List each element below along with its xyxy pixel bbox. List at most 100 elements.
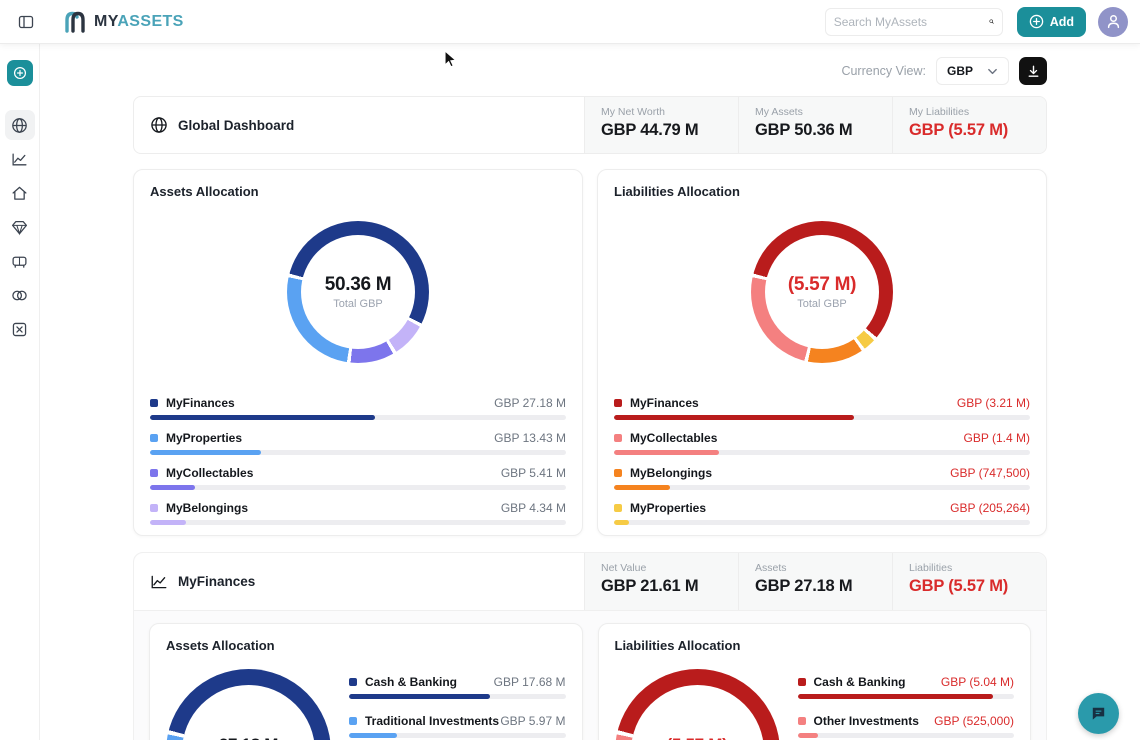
legend-label: MyBelongings [630, 466, 950, 480]
legend-bar-fill [349, 694, 490, 699]
legend-label: Cash & Banking [365, 675, 494, 689]
stat-net-worth: My Net Worth GBP 44.79 M [584, 97, 738, 153]
legend-item[interactable]: MyBelongings GBP 4.34 M [150, 501, 566, 525]
card-title: Assets Allocation [150, 184, 566, 199]
legend-bar-track [614, 520, 1030, 525]
legend-bar-track [150, 450, 566, 455]
main-content: Currency View: GBP Global Dashboard [40, 0, 1140, 740]
legend-color-dot [150, 469, 158, 477]
sidebar-item-global-dashboard[interactable] [5, 110, 35, 140]
download-icon [1026, 64, 1041, 79]
finances-assets-donut: 27.18 M Total GBP [166, 669, 331, 740]
box-x-icon [11, 321, 28, 338]
assets-legend: MyFinances GBP 27.18 M MyProperties GBP … [150, 396, 566, 525]
globe-icon [11, 117, 28, 134]
finances-liabilities-card: Liabilities Allocation (5.57 M) Total GB… [598, 623, 1032, 740]
legend-bar-track [150, 415, 566, 420]
legend-bar-fill [614, 520, 629, 525]
legend-color-dot [150, 504, 158, 512]
legend-label: MyCollectables [166, 466, 501, 480]
legend-item[interactable]: MyBelongings GBP (747,500) [614, 466, 1030, 490]
legend-bar-track [150, 520, 566, 525]
legend-item[interactable]: MyCollectables GBP 5.41 M [150, 466, 566, 490]
currency-toolbar: Currency View: GBP [133, 52, 1047, 90]
sidebar-item-properties[interactable] [5, 178, 35, 208]
card-title: Assets Allocation [166, 638, 566, 653]
legend-bar-track [614, 415, 1030, 420]
legend-bar-track [349, 694, 566, 699]
legend-label: Cash & Banking [814, 675, 941, 689]
app-logo[interactable]: MYASSETS [62, 9, 184, 35]
search-input[interactable] [834, 15, 989, 29]
sidebar-item-finances[interactable] [5, 144, 35, 174]
legend-value: GBP 4.34 M [501, 501, 566, 515]
user-avatar[interactable] [1098, 7, 1128, 37]
download-button[interactable] [1019, 57, 1047, 85]
legend-item[interactable]: MyCollectables GBP (1.4 M) [614, 431, 1030, 455]
plus-circle-icon [13, 66, 27, 80]
legend-label: MyFinances [630, 396, 957, 410]
legend-item[interactable]: MyFinances GBP (3.21 M) [614, 396, 1030, 420]
card-title: Liabilities Allocation [615, 638, 1015, 653]
myfinances-header: MyFinances Net Value GBP 21.61 M Assets … [134, 553, 1046, 611]
legend-bar-track [798, 733, 1015, 738]
legend-label: MyBelongings [166, 501, 501, 515]
legend-color-dot [798, 678, 806, 686]
finances-assets-card: Assets Allocation 27.18 M Total GBP Cash… [149, 623, 583, 740]
home-icon [11, 185, 28, 202]
legend-item[interactable]: MyFinances GBP 27.18 M [150, 396, 566, 420]
legend-bar-fill [150, 415, 375, 420]
finances-liabilities-donut: (5.57 M) Total GBP [615, 669, 780, 740]
sidebar-item-collectables[interactable] [5, 212, 35, 242]
donut-center-label: (5.57 M) Total GBP [615, 669, 780, 740]
stat-liabilities: Liabilities GBP (5.57 M) [892, 553, 1046, 610]
liabilities-legend: MyFinances GBP (3.21 M) MyCollectables G… [614, 396, 1030, 525]
sidebar-item-belongings[interactable] [5, 246, 35, 276]
legend-value: GBP 27.18 M [494, 396, 566, 410]
legend-item[interactable]: Cash & Banking GBP (5.04 M) [798, 675, 1015, 699]
legend-item[interactable]: MyProperties GBP (205,264) [614, 501, 1030, 525]
legend-item[interactable]: Traditional Investments GBP 5.97 M [349, 714, 566, 738]
stat-assets: Assets GBP 27.18 M [738, 553, 892, 610]
sidebar-add-button[interactable] [7, 60, 33, 86]
legend-color-dot [150, 434, 158, 442]
sidebar-toggle-button[interactable] [18, 14, 34, 30]
sidebar-item-closed-assets[interactable] [5, 314, 35, 344]
legend-item[interactable]: Cash & Banking GBP 17.68 M [349, 675, 566, 699]
plus-circle-icon [1029, 14, 1044, 29]
legend-value: GBP 5.97 M [500, 714, 565, 728]
linked-rings-icon [11, 287, 28, 304]
myfinances-title: MyFinances [134, 553, 584, 610]
assets-donut-chart: 50.36 M Total GBP [287, 221, 429, 363]
donut-center-label: 27.18 M Total GBP [166, 669, 331, 740]
legend-label: MyCollectables [630, 431, 964, 445]
legend-label: MyProperties [166, 431, 494, 445]
chat-button[interactable] [1078, 693, 1119, 734]
legend-color-dot [349, 717, 357, 725]
legend-item[interactable]: Other Investments GBP (525,000) [798, 714, 1015, 738]
stat-assets: My Assets GBP 50.36 M [738, 97, 892, 153]
finances-liabilities-legend: Cash & Banking GBP (5.04 M) Other Invest… [798, 675, 1015, 740]
legend-label: Other Investments [814, 714, 935, 728]
globe-icon [150, 116, 168, 134]
legend-bar-fill [614, 415, 854, 420]
panel-left-icon [18, 14, 34, 30]
legend-label: MyProperties [630, 501, 950, 515]
sidebar-item-liabilities[interactable] [5, 280, 35, 310]
assets-allocation-card: Assets Allocation 50.36 M Total GBP MyFi… [133, 169, 583, 536]
legend-color-dot [614, 504, 622, 512]
legend-value: GBP (747,500) [950, 466, 1030, 480]
legend-item[interactable]: MyProperties GBP 13.43 M [150, 431, 566, 455]
add-button[interactable]: Add [1017, 7, 1086, 37]
logo-wordmark: MYASSETS [94, 13, 184, 31]
legend-color-dot [798, 717, 806, 725]
currency-select[interactable]: GBP [936, 57, 1009, 85]
legend-bar-fill [349, 733, 397, 738]
legend-bar-fill [150, 520, 186, 525]
chat-bubble-icon [1089, 704, 1108, 723]
legend-label: Traditional Investments [365, 714, 500, 728]
liabilities-donut-chart: (5.57 M) Total GBP [751, 221, 893, 363]
legend-bar-fill [798, 733, 818, 738]
legend-color-dot [150, 399, 158, 407]
person-icon [1105, 13, 1122, 30]
